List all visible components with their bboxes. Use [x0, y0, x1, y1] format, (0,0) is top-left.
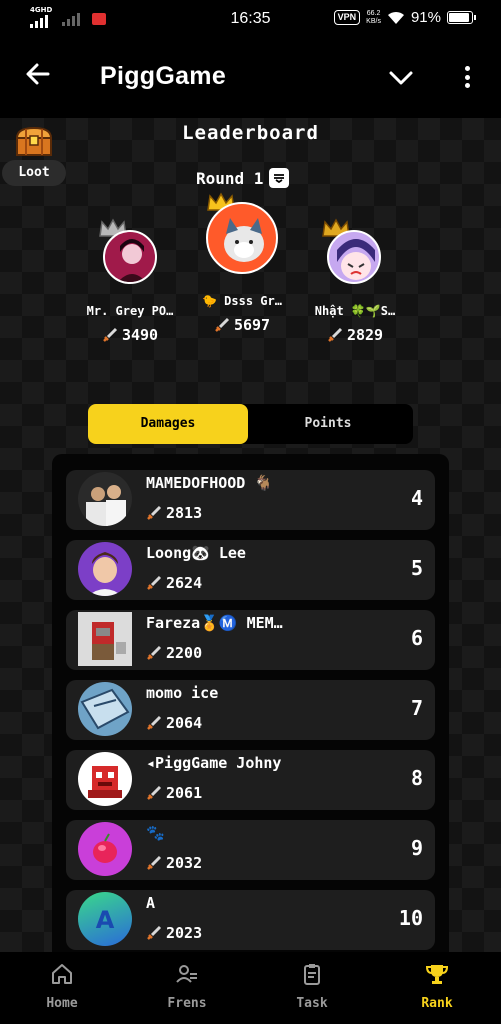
rank-number: 9 — [410, 836, 423, 860]
avatar — [78, 752, 132, 806]
avatar — [206, 202, 278, 274]
rank-number: 6 — [410, 626, 423, 650]
avatar — [327, 230, 381, 284]
nav-frens[interactable]: Frens — [142, 962, 232, 1011]
player-score: 2032 — [146, 854, 202, 872]
list-item[interactable]: A A 2023 10 — [66, 890, 435, 950]
player-score: 2064 — [146, 714, 202, 732]
player-score: 2061 — [146, 784, 202, 802]
list-item[interactable]: ◂PiggGame Johny 2061 8 — [66, 750, 435, 810]
rank-number: 10 — [398, 906, 423, 930]
sword-icon — [147, 925, 162, 940]
round-selector[interactable]: Round 1 — [196, 168, 290, 188]
friends-icon — [176, 965, 197, 983]
rank-number: 5 — [410, 556, 423, 580]
rank-number: 7 — [410, 696, 423, 720]
round-label: Round 1 — [196, 168, 264, 188]
sword-icon — [103, 327, 117, 342]
podium-third[interactable]: Nhật 🍀🌱S… 2829 — [285, 214, 425, 354]
sword-icon — [147, 575, 162, 590]
avatar — [78, 542, 132, 596]
player-name: momo ice — [146, 684, 219, 702]
round-dropdown-icon — [269, 168, 290, 188]
avatar — [78, 822, 132, 876]
svg-text:A: A — [96, 906, 115, 934]
list-item[interactable]: Loong🐼 Lee 2624 5 — [66, 540, 435, 600]
status-right: VPN 66.2 KB/s 91% — [333, 9, 476, 26]
vpn-badge: VPN — [333, 10, 361, 25]
more-vertical-icon — [464, 66, 470, 71]
rank-number: 8 — [410, 766, 423, 790]
nav-rank[interactable]: Rank — [392, 962, 482, 1011]
nav-home[interactable]: Home — [17, 962, 107, 1011]
list-item[interactable]: Fareza🏅Ⓜ️ MEM… 2200 6 — [66, 610, 435, 670]
tab-points[interactable]: Points — [248, 404, 408, 444]
avatar — [78, 682, 132, 736]
battery-icon — [447, 11, 476, 24]
player-score: 2813 — [146, 504, 202, 522]
list-item[interactable]: 🐾 2032 9 — [66, 820, 435, 880]
chevron-down-icon — [389, 71, 413, 85]
loot-label: Loot — [2, 160, 66, 186]
more-menu-button[interactable] — [452, 62, 482, 92]
player-score: 2624 — [146, 574, 202, 592]
player-name: A — [146, 894, 156, 912]
player-score: 2023 — [146, 924, 202, 942]
avatar — [78, 612, 132, 666]
battery-percent: 91% — [410, 9, 441, 26]
podium-name: Nhật 🍀🌱S… — [314, 304, 396, 318]
podium-score: 2829 — [285, 326, 425, 344]
home-icon — [52, 964, 72, 984]
clipboard-icon — [304, 964, 320, 985]
sword-icon — [147, 645, 162, 660]
metric-tabs: Damages Points — [88, 404, 413, 444]
sword-icon — [328, 327, 342, 342]
wifi-icon — [387, 11, 404, 24]
list-item[interactable]: MAMEDOFHOOD 🐐 2813 4 — [66, 470, 435, 530]
sword-icon — [147, 715, 162, 730]
sword-icon — [147, 785, 162, 800]
avatar: A — [78, 892, 132, 946]
net-speed: 66.2 KB/s — [366, 9, 381, 25]
rank-number: 4 — [410, 486, 423, 510]
leaderboard-title: Leaderboard — [182, 122, 319, 144]
sword-icon — [215, 317, 229, 332]
sword-icon — [147, 855, 162, 870]
player-score: 2200 — [146, 644, 202, 662]
nav-task[interactable]: Task — [267, 962, 357, 1011]
player-name: MAMEDOFHOOD 🐐 — [146, 474, 274, 492]
bottom-nav: Home Frens Task Rank — [0, 952, 501, 1024]
avatar — [103, 230, 157, 284]
player-name: 🐾 — [146, 824, 165, 842]
sword-icon — [147, 505, 162, 520]
back-button[interactable] — [22, 60, 54, 92]
status-bar: 4GHD 16:35 VPN 66.2 KB/s 91% — [0, 0, 501, 38]
player-name: Fareza🏅Ⓜ️ MEM… — [146, 614, 283, 632]
ranking-list[interactable]: MAMEDOFHOOD 🐐 2813 4 Loong🐼 Lee 2624 5 F… — [52, 454, 449, 952]
player-name: Loong🐼 Lee — [146, 544, 246, 562]
app-title: PiggGame — [100, 62, 227, 90]
app-header: PiggGame — [0, 38, 501, 118]
tab-damages[interactable]: Damages — [88, 404, 248, 444]
player-name: ◂PiggGame Johny — [146, 754, 282, 772]
trophy-icon — [425, 965, 449, 984]
arrow-left-icon — [26, 63, 50, 85]
avatar — [78, 472, 132, 526]
list-item[interactable]: momo ice 2064 7 — [66, 680, 435, 740]
leaderboard-screen: Loot Leaderboard Round 1 Mr. Grey PO… 34… — [0, 118, 501, 952]
dropdown-button[interactable] — [385, 64, 417, 92]
